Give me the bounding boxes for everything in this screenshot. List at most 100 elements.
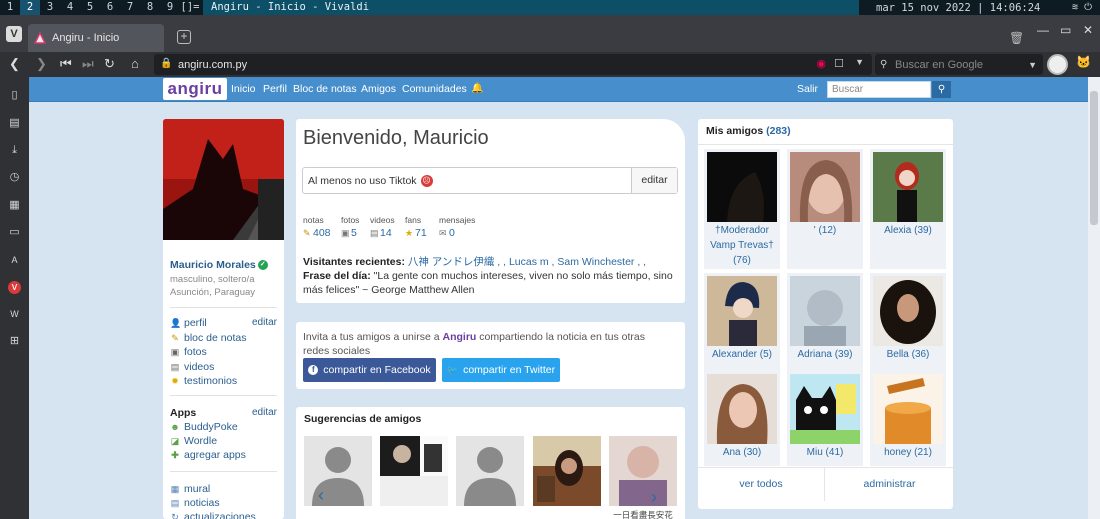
suggestion-item[interactable] <box>533 436 601 506</box>
friend-name[interactable]: honey (21) <box>870 445 946 460</box>
translate-icon[interactable]: A <box>8 254 21 267</box>
avatar[interactable] <box>163 119 284 240</box>
url-dropdown-icon[interactable]: ▼ <box>855 57 864 67</box>
friend-card[interactable]: Ana (30) <box>704 371 780 466</box>
status-field[interactable]: Al menos no uso Tiktok ☹ editar <box>302 167 678 194</box>
friend-photo[interactable] <box>707 374 777 444</box>
friend-card[interactable]: honey (21) <box>870 371 946 466</box>
downloads-icon[interactable]: ⤓ <box>8 144 21 157</box>
sidebar-link-perfil[interactable]: 👤 perfil <box>170 317 207 329</box>
wikipedia-panel-icon[interactable]: W <box>8 308 21 321</box>
page-scrollbar[interactable] <box>1088 77 1100 519</box>
new-tab-icon[interactable]: + <box>177 30 191 44</box>
friend-name[interactable]: Alexia (39) <box>870 223 946 238</box>
sidebar-link-fotos[interactable]: ▣ fotos <box>170 346 207 358</box>
workspace-4[interactable]: 4 <box>60 0 80 15</box>
search-engine-dropdown-icon[interactable]: ▼ <box>1028 60 1037 70</box>
friend-photo[interactable] <box>707 152 777 222</box>
friend-card[interactable]: ' (12) <box>787 149 863 269</box>
bookmarks-panel-icon[interactable]: ▯ <box>8 89 21 102</box>
fast-forward-icon[interactable]: ⏭ <box>82 56 94 72</box>
tray-icons[interactable]: ≋ ⏻ <box>1072 2 1092 13</box>
edit-status-button[interactable]: editar <box>631 168 677 193</box>
suggestion-item[interactable] <box>380 436 448 506</box>
extension-icon[interactable]: 🐱 <box>1076 55 1091 69</box>
friend-card[interactable]: Miu (41) <box>787 371 863 466</box>
stat-fotos[interactable]: fotos ▣5 <box>341 215 359 239</box>
rewind-icon[interactable]: ⏮ <box>60 56 72 72</box>
stat-mensajes[interactable]: mensajes ✉ 0 <box>439 215 475 239</box>
close-icon[interactable]: ✕ <box>1083 23 1093 37</box>
friends-count[interactable]: (283) <box>766 125 791 137</box>
friend-photo[interactable] <box>873 374 943 444</box>
window-panel-icon[interactable]: ▭ <box>8 226 21 239</box>
notes-icon[interactable]: ▦ <box>8 199 21 212</box>
profile-name-text[interactable]: Mauricio Morales <box>170 259 256 271</box>
workspace-9[interactable]: 9 <box>160 0 180 15</box>
profile-name[interactable]: Mauricio Morales ✓ <box>170 259 268 271</box>
workspace-7[interactable]: 7 <box>120 0 140 15</box>
reload-icon[interactable]: ↻ <box>104 56 115 72</box>
sidebar-link-actualizaciones[interactable]: ↻ actualizaciones <box>170 511 256 519</box>
suggestions-prev-icon[interactable]: ‹ <box>318 485 324 506</box>
share-facebook-button[interactable]: f compartir en Facebook <box>303 358 436 382</box>
friend-card[interactable]: Alexia (39) <box>870 149 946 269</box>
profile-icon[interactable] <box>1047 54 1068 75</box>
add-apps-link[interactable]: ✚ agregar apps <box>170 449 246 461</box>
app-buddypoke[interactable]: ☻ BuddyPoke <box>170 421 237 433</box>
workspace-1[interactable]: 1 <box>0 0 20 15</box>
tracker-block-icon[interactable]: ◉ <box>816 57 826 70</box>
minimize-icon[interactable]: — <box>1037 23 1049 37</box>
nav-perfil[interactable]: Perfil <box>263 83 287 95</box>
history-icon[interactable]: ◷ <box>8 171 21 184</box>
shield-lock-icon[interactable]: 🔒 <box>160 58 172 69</box>
friend-name[interactable]: Bella (36) <box>870 347 946 362</box>
friend-photo[interactable] <box>873 276 943 346</box>
forward-icon[interactable]: ❯ <box>36 56 47 72</box>
vivaldi-web-panel-icon[interactable]: v <box>8 281 21 294</box>
recent-visitors-list[interactable]: 八神 アンドレ伊織 , , Lucas m , Sam Winchester ,… <box>408 256 646 268</box>
maximize-icon[interactable]: ▭ <box>1060 23 1071 37</box>
sidebar-link-mural[interactable]: ▦ mural <box>170 483 211 495</box>
wifi-icon[interactable]: ≋ <box>1072 2 1078 13</box>
nav-inicio[interactable]: Inicio <box>231 83 256 95</box>
nav-comunidades[interactable]: Comunidades <box>402 83 467 95</box>
workspace-8[interactable]: 8 <box>140 0 160 15</box>
view-all-friends-button[interactable]: ver todos <box>698 468 825 501</box>
share-twitter-button[interactable]: 🐦 compartir en Twitter <box>442 358 560 382</box>
friend-name[interactable]: †Moderador Vamp Trevas† (76) <box>704 223 780 268</box>
friend-name[interactable]: Ana (30) <box>704 445 780 460</box>
browser-search-field[interactable]: ⚲ Buscar en Google ▼ <box>875 54 1043 75</box>
stat-fans[interactable]: fans ★ 71 <box>405 215 427 239</box>
nav-amigos[interactable]: Amigos <box>361 83 396 95</box>
sidebar-link-videos[interactable]: ▤ videos <box>170 361 215 373</box>
scrollbar-thumb[interactable] <box>1090 91 1098 225</box>
logout-link[interactable]: Salir <box>797 83 818 95</box>
workspace-6[interactable]: 6 <box>100 0 120 15</box>
workspace-5[interactable]: 5 <box>80 0 100 15</box>
friend-photo[interactable] <box>873 152 943 222</box>
sidebar-link-testimonios[interactable]: ✹ testimonios <box>170 375 237 387</box>
friend-photo[interactable] <box>790 152 860 222</box>
friend-photo[interactable] <box>790 276 860 346</box>
friend-name[interactable]: Adriana (39) <box>787 347 863 362</box>
suggestions-next-icon[interactable]: › <box>651 487 657 508</box>
app-wordle[interactable]: ◪ Wordle <box>170 435 217 447</box>
suggestion-item[interactable] <box>304 436 372 506</box>
site-search-button[interactable]: ⚲ <box>932 81 951 98</box>
vivaldi-menu-icon[interactable]: V <box>6 26 22 42</box>
friend-card[interactable]: †Moderador Vamp Trevas† (76) <box>704 149 780 269</box>
reading-list-icon[interactable]: ▤ <box>8 117 21 130</box>
friend-photo[interactable] <box>707 276 777 346</box>
suggestion-item[interactable] <box>456 436 524 506</box>
suggestion-item[interactable] <box>609 436 677 506</box>
notification-bell-icon[interactable]: 🔔 <box>471 83 483 94</box>
friend-name[interactable]: ' (12) <box>787 223 863 238</box>
friend-name[interactable]: Miu (41) <box>787 445 863 460</box>
friend-name[interactable]: Alexander (5) <box>704 347 780 362</box>
edit-apps-link[interactable]: editar <box>252 407 277 418</box>
home-icon[interactable]: ⌂ <box>131 56 139 71</box>
add-web-panel-icon[interactable]: ⊞ <box>8 335 21 348</box>
stat-videos[interactable]: videos ▤14 <box>370 215 395 239</box>
edit-profile-link[interactable]: editar <box>252 317 277 328</box>
